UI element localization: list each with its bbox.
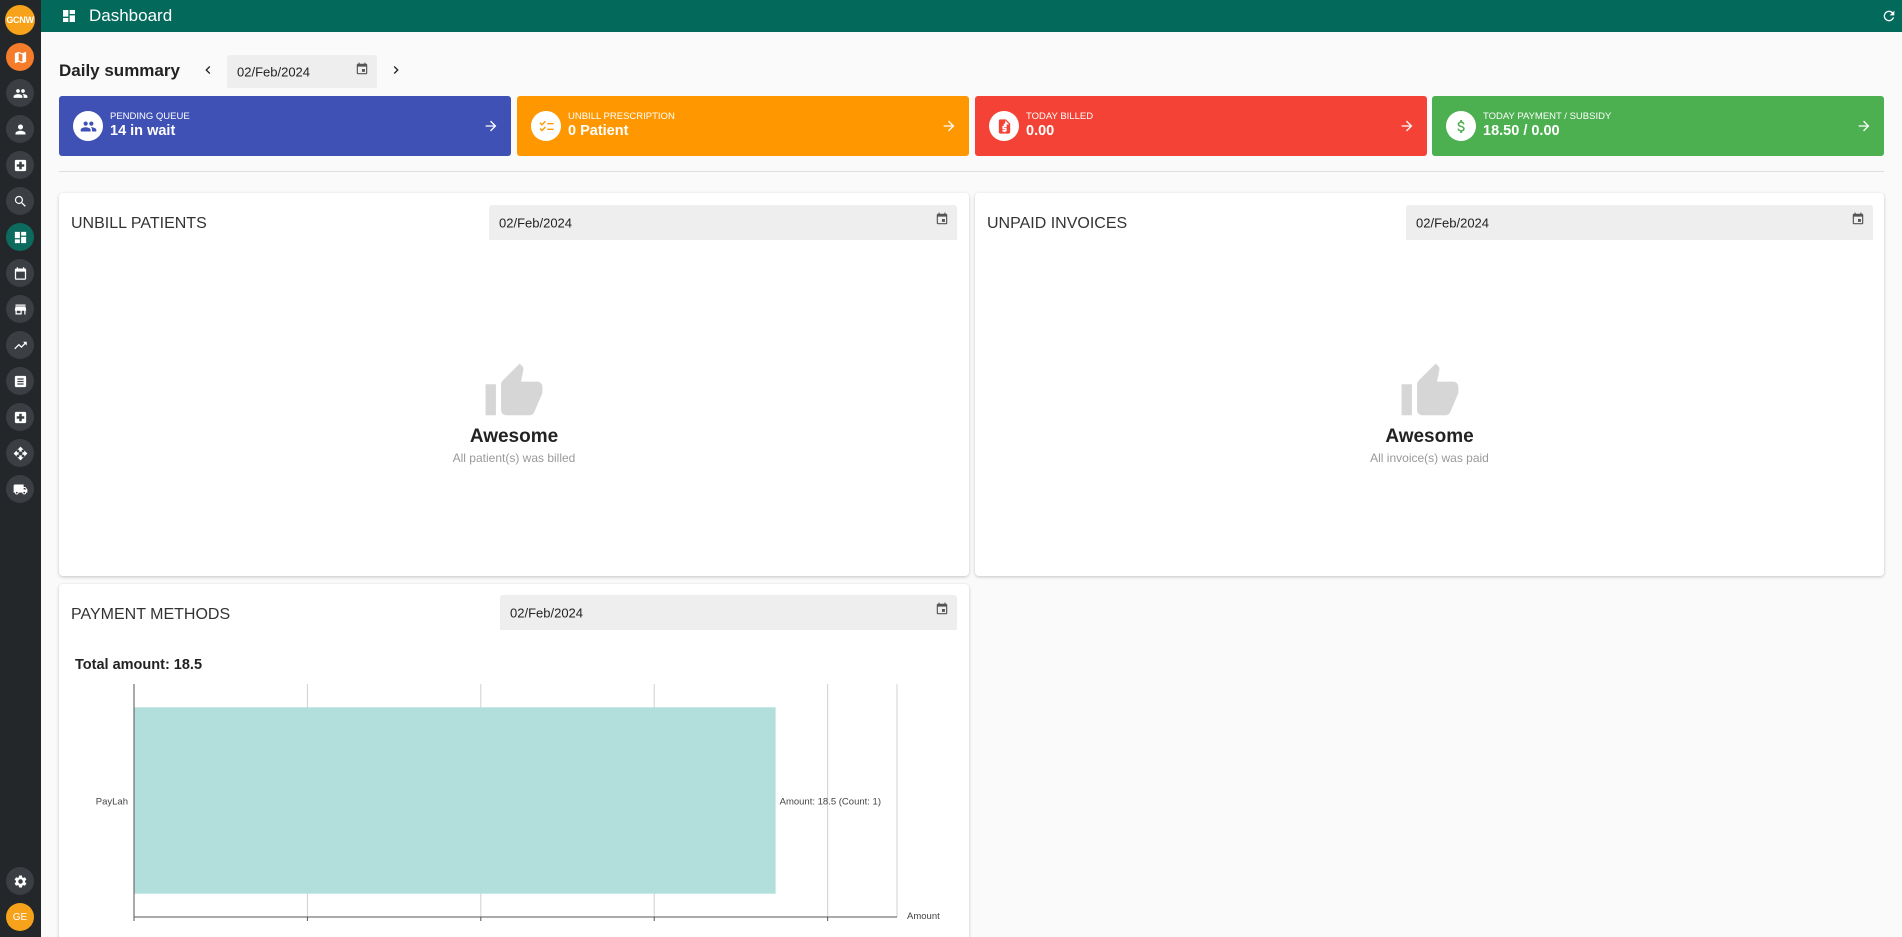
- summary-card-label: UNBILL PRESCRIPTION: [568, 111, 675, 122]
- payment-total-amount: Total amount: 18.5: [75, 657, 203, 673]
- payment-methods-panel: PAYMENT METHODS 02/Feb/2024 Total amount…: [59, 584, 969, 937]
- sidebar-item-dashboard[interactable]: [6, 223, 34, 251]
- sidebar-item-map[interactable]: [6, 43, 34, 71]
- arrow-right-icon[interactable]: [483, 118, 499, 134]
- sidebar-item-trending-up[interactable]: [6, 331, 34, 359]
- calendar-icon: [14, 266, 26, 280]
- calendar-icon[interactable]: [935, 602, 949, 616]
- arrow-right-icon[interactable]: [941, 118, 957, 134]
- chevron-left-icon: [205, 66, 211, 74]
- chevron-right-icon: [393, 66, 399, 74]
- sidebar-item-document[interactable]: [6, 367, 34, 395]
- search-icon: [14, 195, 26, 207]
- group-icon: [13, 88, 27, 98]
- dashboard-icon: [14, 231, 26, 243]
- app-logo[interactable]: GCNW: [5, 5, 35, 35]
- unpaid-invoices-panel: UNPAID INVOICES 02/Feb/2024 Awesome All …: [975, 193, 1884, 576]
- summary-card-label: TODAY BILLED: [1026, 111, 1094, 122]
- thumbs-up-icon: [1399, 361, 1461, 423]
- group-icon: [73, 111, 103, 141]
- summary-card-today-billed[interactable]: TODAY BILLED 0.00: [975, 96, 1427, 156]
- arrow-right-icon[interactable]: [1856, 118, 1872, 134]
- checklist-icon: [531, 111, 561, 141]
- unbill-patients-date-field[interactable]: 02/Feb/2024: [489, 205, 957, 240]
- dashboard-icon: [61, 8, 77, 24]
- user-avatar[interactable]: GE: [6, 903, 34, 931]
- dollar-icon: [1446, 111, 1476, 141]
- unbill-patients-date: 02/Feb/2024: [499, 215, 573, 230]
- calendar-icon[interactable]: [355, 62, 369, 76]
- app-header: Dashboard: [41, 0, 1902, 32]
- medical-box-icon: [14, 411, 26, 423]
- unbill-patients-title: UNBILL PATIENTS: [71, 215, 207, 232]
- daily-summary-date-field[interactable]: 02/Feb/2024: [227, 55, 377, 88]
- sidebar-item-calendar[interactable]: [6, 259, 34, 287]
- truck-icon: [13, 484, 27, 494]
- summary-card-value: 0 Patient: [568, 123, 629, 139]
- payment-methods-date: 02/Feb/2024: [510, 605, 584, 620]
- sidebar-item-move[interactable]: [6, 439, 34, 467]
- section-divider: [59, 171, 1884, 172]
- summary-card-label: PENDING QUEUE: [110, 111, 190, 122]
- chart-x-axis-label: Amount: [907, 911, 940, 922]
- previous-day-button[interactable]: [200, 62, 216, 78]
- sidebar-item-person[interactable]: [6, 115, 34, 143]
- sidebar-item-truck[interactable]: [6, 475, 34, 503]
- calendar-icon[interactable]: [1851, 212, 1865, 226]
- gear-icon: [14, 875, 26, 887]
- payment-methods-chart: PayLah Amount: 18.5 (Count: 1) Amount: [96, 684, 940, 922]
- unpaid-invoices-empty-state: Awesome All invoice(s) was paid: [975, 361, 1884, 465]
- chart-data-label: Amount: 18.5 (Count: 1): [780, 797, 881, 808]
- payment-methods-date-field[interactable]: 02/Feb/2024: [500, 595, 957, 630]
- empty-state-title: Awesome: [1385, 426, 1474, 447]
- summary-card-value: 14 in wait: [110, 123, 176, 139]
- page-title: Dashboard: [89, 6, 173, 25]
- person-icon: [15, 124, 25, 134]
- calendar-icon[interactable]: [935, 212, 949, 226]
- chart-bar: [134, 707, 776, 894]
- map-icon: [14, 51, 26, 63]
- sidebar: GCNW GE: [0, 0, 41, 937]
- unbill-patients-empty-state: Awesome All patient(s) was billed: [59, 361, 969, 465]
- refresh-icon[interactable]: [1881, 8, 1897, 24]
- sidebar-item-group[interactable]: [6, 79, 34, 107]
- arrow-right-icon[interactable]: [1399, 118, 1415, 134]
- sidebar-item-search[interactable]: [6, 187, 34, 215]
- store-icon: [14, 304, 26, 314]
- next-day-button[interactable]: [388, 62, 404, 78]
- thumbs-up-icon: [483, 361, 545, 423]
- unpaid-invoices-date-field[interactable]: 02/Feb/2024: [1406, 205, 1873, 240]
- empty-state-subtitle: All patient(s) was billed: [452, 451, 576, 465]
- unpaid-invoices-date: 02/Feb/2024: [1416, 215, 1490, 230]
- unbill-patients-panel: UNBILL PATIENTS 02/Feb/2024 Awesome All …: [59, 193, 969, 576]
- sidebar-item-medical-box[interactable]: [6, 151, 34, 179]
- sidebar-item-medical-box[interactable]: [6, 403, 34, 431]
- invoice-icon: [989, 111, 1019, 141]
- empty-state-title: Awesome: [469, 426, 559, 447]
- summary-card-value: 0.00: [1026, 123, 1055, 139]
- document-icon: [14, 375, 26, 387]
- summary-card-unbill-prescription[interactable]: UNBILL PRESCRIPTION 0 Patient: [517, 96, 969, 156]
- summary-card-pending-queue[interactable]: PENDING QUEUE 14 in wait: [59, 96, 511, 156]
- chart-category-label: PayLah: [96, 797, 128, 808]
- unpaid-invoices-title: UNPAID INVOICES: [987, 215, 1128, 232]
- sidebar-item-store[interactable]: [6, 295, 34, 323]
- medical-box-icon: [14, 159, 26, 171]
- empty-state-subtitle: All invoice(s) was paid: [1370, 451, 1489, 465]
- summary-card-label: TODAY PAYMENT / SUBSIDY: [1483, 111, 1612, 122]
- sidebar-item-gear[interactable]: [6, 867, 34, 895]
- daily-summary-date: 02/Feb/2024: [237, 64, 311, 79]
- summary-card-value: 18.50 / 0.00: [1483, 123, 1560, 139]
- move-icon: [13, 446, 27, 460]
- daily-summary-title: Daily summary: [59, 61, 180, 80]
- payment-methods-title: PAYMENT METHODS: [71, 606, 231, 623]
- summary-card-today-payment-subsidy[interactable]: TODAY PAYMENT / SUBSIDY 18.50 / 0.00: [1432, 96, 1884, 156]
- trending-up-icon: [13, 341, 27, 349]
